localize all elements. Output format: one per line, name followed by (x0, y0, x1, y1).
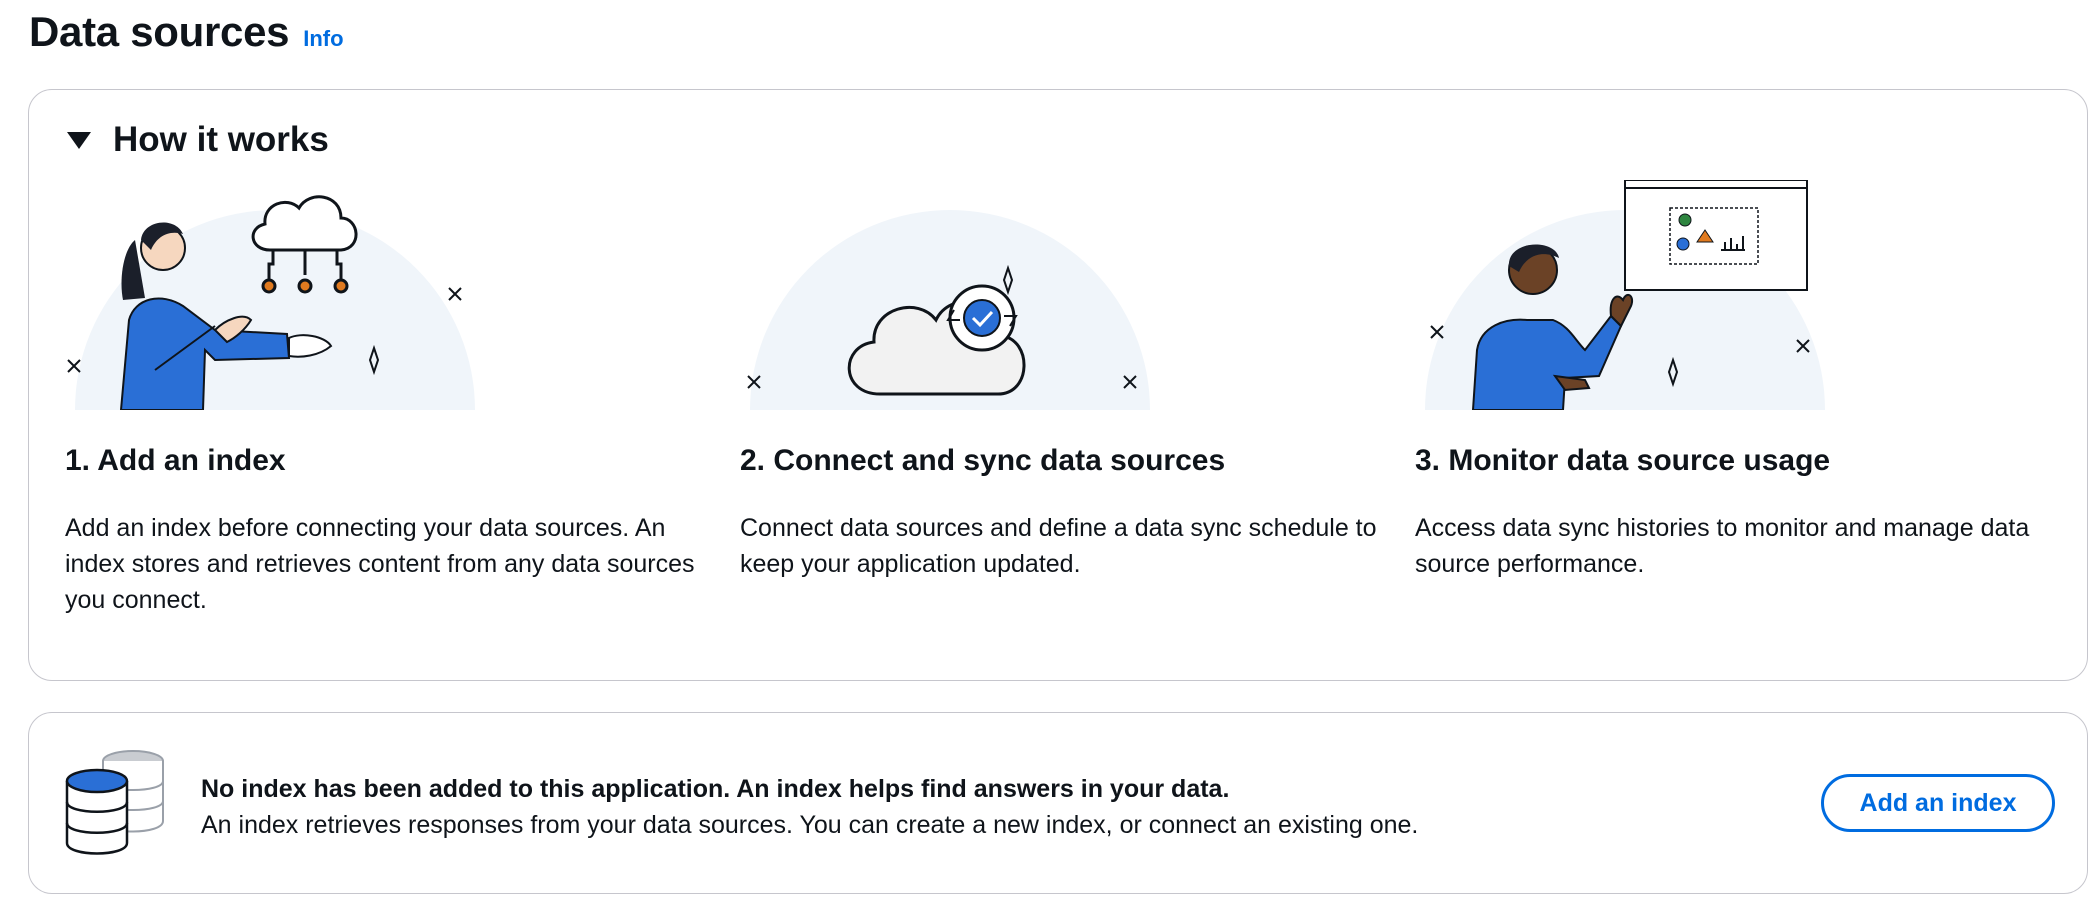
page-header: Data sources Info (29, 8, 344, 56)
step-title: 3. Monitor data source usage (1415, 444, 1831, 477)
step-description: Access data sync histories to monitor an… (1415, 514, 2030, 578)
how-it-works-panel: How it works 1. Add an index Add an inde… (28, 89, 2088, 681)
person-cloud-network-illustration (67, 195, 475, 410)
step-title: 1. Add an index (65, 444, 286, 477)
cloud-sync-illustration (747, 210, 1150, 410)
alert-heading: No index has been added to this applicat… (201, 775, 1230, 803)
add-index-button[interactable]: Add an index (1821, 774, 2055, 832)
how-it-works-toggle[interactable]: How it works (67, 120, 329, 160)
info-link[interactable]: Info (303, 26, 343, 52)
alert-description: An index retrieves responses from your d… (201, 811, 1419, 839)
database-stack-icon (65, 750, 164, 855)
alert-text: No index has been added to this applicat… (201, 771, 1418, 843)
caret-down-icon (67, 131, 91, 149)
person-dashboard-illustration (1425, 180, 1825, 410)
no-index-alert: No index has been added to this applicat… (28, 712, 2088, 894)
step-title: 2. Connect and sync data sources (740, 444, 1226, 477)
step-description: Add an index before connecting your data… (65, 514, 695, 614)
page-title: Data sources (29, 8, 290, 55)
dashboard-window-icon (1624, 180, 1808, 291)
how-it-works-title: How it works (113, 120, 329, 159)
step-description: Connect data sources and define a data s… (740, 514, 1377, 578)
